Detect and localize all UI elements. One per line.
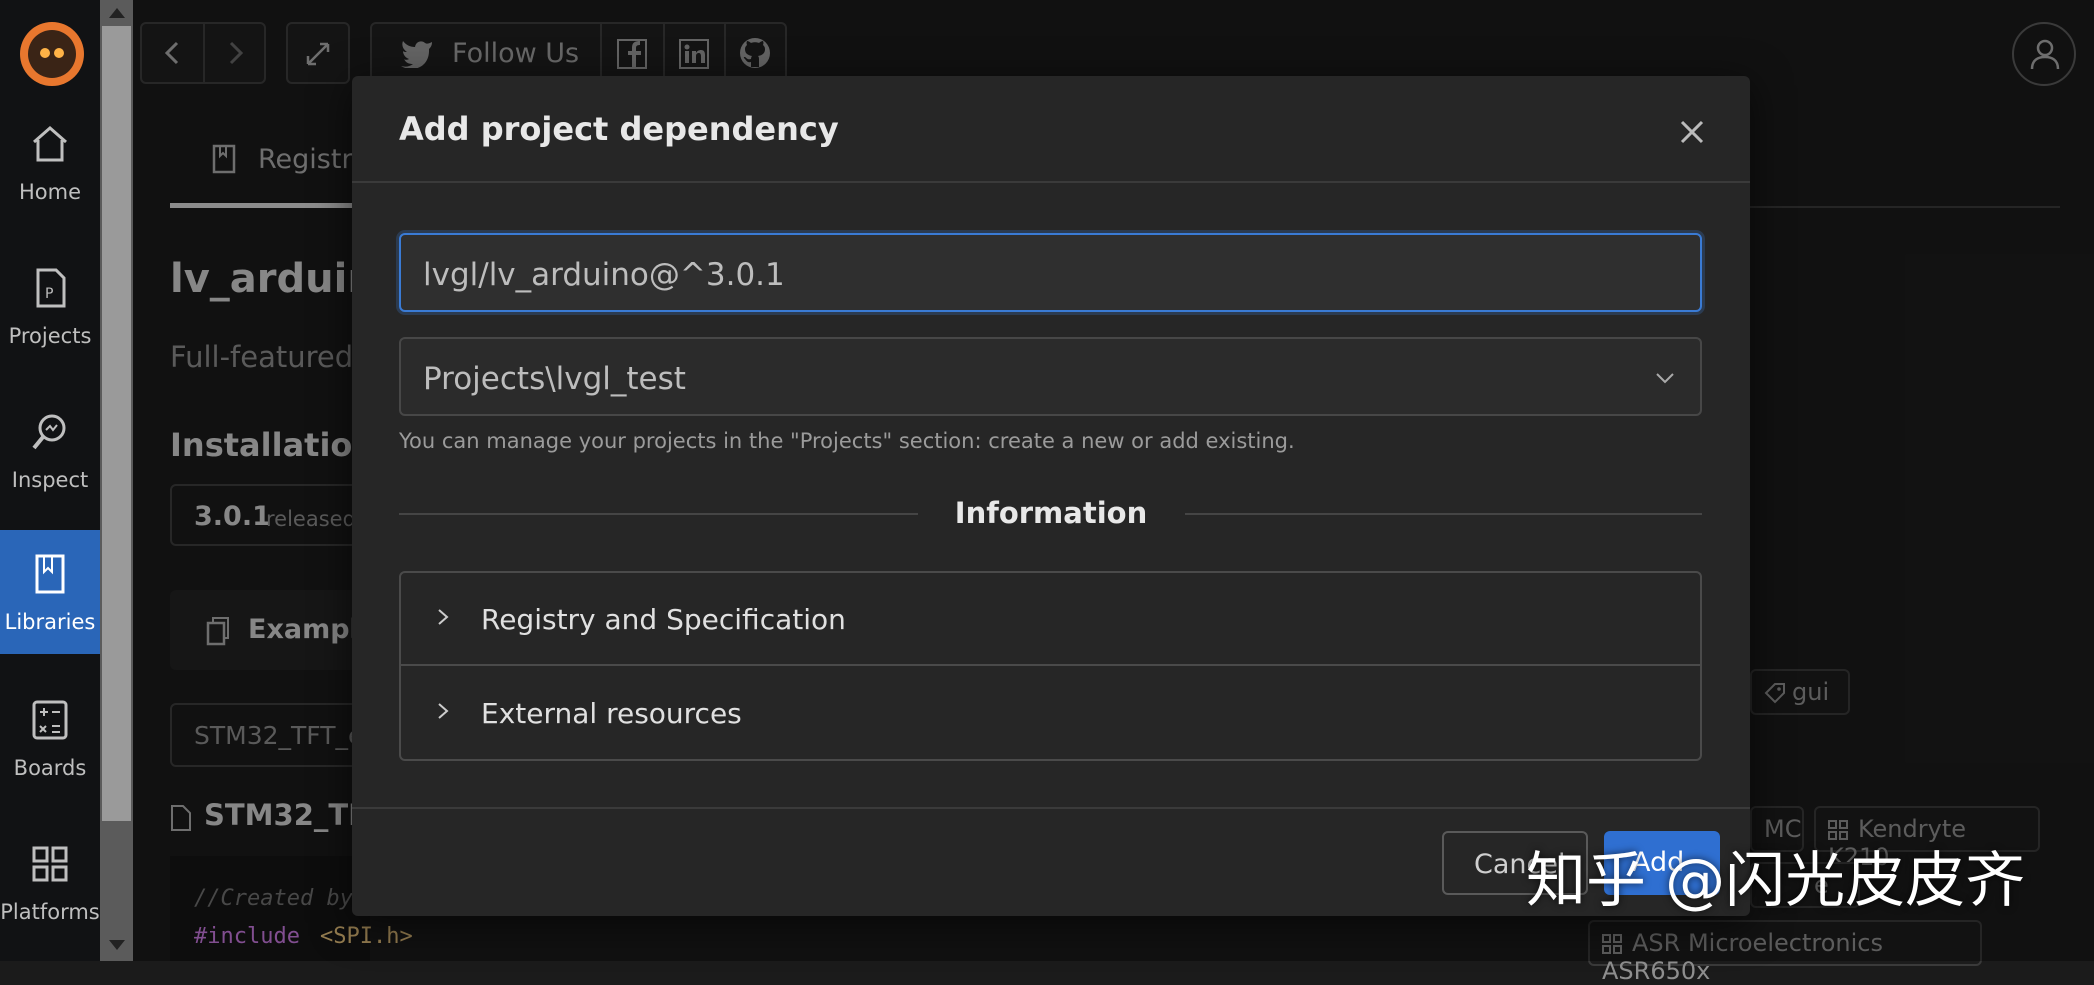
project-select[interactable]: Projects\lvgl_test [399,337,1702,416]
nav-inspect[interactable]: Inspect [0,388,100,512]
nav-home-label: Home [18,180,81,204]
info-divider-right [1185,513,1702,515]
accordion-external[interactable]: External resources [401,667,1700,760]
project-select-value: Projects\lvgl_test [423,361,686,397]
chevron-right-icon [438,703,449,719]
add-dependency-dialog: Add project dependency lvgl/lv_arduino@^… [352,76,1750,916]
nav-boards-label: Boards [13,756,87,780]
inspect-icon [32,414,66,450]
chevron-down-icon [1656,373,1674,384]
nav-home[interactable]: Home [0,100,100,224]
scroll-up-icon[interactable] [109,8,125,18]
scrollbar-thumb[interactable] [102,26,131,821]
nav-boards[interactable]: Boards [0,676,100,800]
libraries-icon [35,554,65,594]
nav-platforms-label: Platforms [0,900,100,924]
nav-projects-label: Projects [8,324,92,348]
zhihu-watermark: 知乎 @闪光皮皮齐 [1526,846,2026,916]
nav-platforms[interactable]: Platforms [0,820,100,944]
dialog-header: Add project dependency [352,76,1750,183]
accordion-registry-label: Registry and Specification [481,603,846,636]
information-accordion: Registry and Specification External reso… [399,571,1702,761]
sidebar-scrollbar[interactable] [100,0,133,961]
home-icon [33,126,67,162]
platforms-icon [32,846,68,882]
close-icon[interactable] [1672,112,1712,152]
platformio-logo[interactable] [20,22,84,86]
projects-help-text: You can manage your projects in the "Pro… [399,429,1295,453]
projects-icon: P [36,268,66,308]
nav-libraries-label: Libraries [4,610,96,634]
nav-projects[interactable]: P Projects [0,244,100,368]
sidebar: Home P Projects Inspect Libraries Boards… [0,0,100,961]
boards-icon [32,700,68,740]
dialog-footer-divider [352,807,1750,809]
dialog-title: Add project dependency [399,110,839,148]
nav-libraries[interactable]: Libraries [0,530,100,654]
accordion-external-label: External resources [481,697,742,730]
chevron-right-icon [438,609,449,625]
scroll-down-icon[interactable] [109,940,125,950]
nav-inspect-label: Inspect [11,468,89,492]
dependency-input[interactable]: lvgl/lv_arduino@^3.0.1 [399,233,1702,312]
svg-text:P: P [45,286,53,302]
accordion-registry[interactable]: Registry and Specification [401,573,1700,666]
